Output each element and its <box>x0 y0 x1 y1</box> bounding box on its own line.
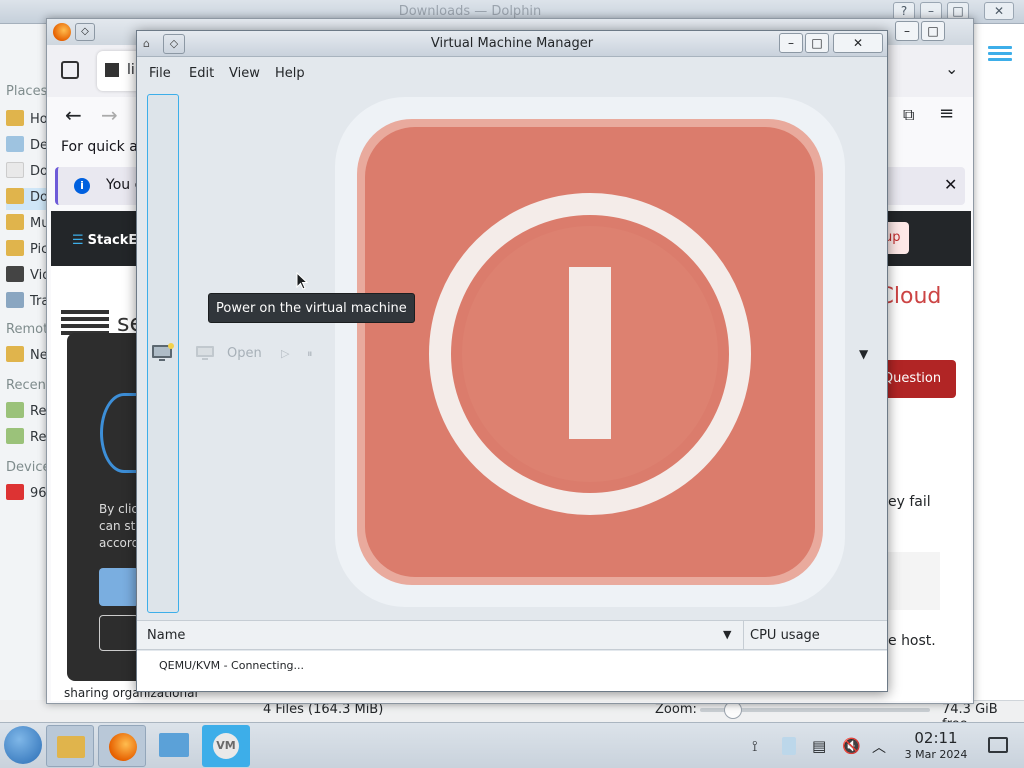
start-menu-button[interactable] <box>4 726 42 764</box>
firefox-logo-icon <box>53 23 71 41</box>
info-icon: i <box>74 178 90 194</box>
folder-icon <box>6 214 24 230</box>
answer-text-fragment: e host. <box>888 633 936 649</box>
firefox-minimize-button[interactable]: – <box>895 21 919 41</box>
stack-icon: ☰ <box>72 233 84 248</box>
task-system-settings[interactable] <box>150 725 198 767</box>
places-heading: Places <box>6 84 48 99</box>
menu-edit[interactable]: Edit <box>189 66 214 81</box>
virt-manager-window: ⌂ ◇ Virtual Machine Manager – □ ✕ File E… <box>136 30 888 692</box>
drive-icon <box>6 484 24 500</box>
vmm-title: Virtual Machine Manager <box>430 36 594 51</box>
notes-tray-icon[interactable]: ▤ <box>812 737 830 755</box>
tooltip: Power on the virtual machine <box>208 293 415 323</box>
vm-list: QEMU/KVM - Connecting... <box>137 651 887 691</box>
power-on-icon[interactable] <box>335 97 845 607</box>
menu-view[interactable]: View <box>229 66 260 81</box>
list-tabs-chevron-down-icon[interactable]: ⌄ <box>945 59 958 78</box>
open-button-label[interactable]: Open <box>227 346 262 361</box>
column-name-header[interactable]: Name <box>147 628 185 643</box>
clock-time[interactable]: 02:11 <box>906 729 966 747</box>
clipboard-tray-icon[interactable] <box>782 737 796 755</box>
open-console-monitor-icon[interactable] <box>195 345 215 361</box>
network-icon <box>6 346 24 362</box>
places-panel: Places Ho De Do Do Mu Pic Vid Tra Remote… <box>0 24 66 700</box>
recent-heading: Recent <box>6 378 51 393</box>
menu-file[interactable]: File <box>149 66 171 81</box>
close-button[interactable]: ✕ <box>984 2 1014 20</box>
vmm-minimize-button[interactable]: – <box>779 33 803 53</box>
folder-icon <box>6 240 24 256</box>
network-tray-icon[interactable]: ⟟ <box>752 737 770 755</box>
recent-icon <box>6 428 24 444</box>
task-virt-manager[interactable]: VM <box>202 725 250 767</box>
settings-monitor-icon <box>159 733 189 757</box>
clock-date[interactable]: 3 Mar 2024 <box>898 748 974 761</box>
shutdown-dropdown-chevron-down-icon[interactable]: ▼ <box>859 347 868 361</box>
status-file-count: 4 Files (164.3 MiB) <box>263 702 384 717</box>
new-vm-monitor-icon[interactable] <box>151 343 175 363</box>
show-desktop-icon[interactable] <box>988 737 1008 753</box>
mouse-cursor-icon <box>296 272 308 290</box>
firefox-logo-icon <box>109 733 137 761</box>
window-menu-icon[interactable]: ◇ <box>75 23 95 41</box>
folder-icon <box>6 188 24 204</box>
extensions-puzzle-icon[interactable]: ⧉ <box>903 105 914 125</box>
toolbar-hint-text: For quick a <box>61 139 138 155</box>
forward-arrow-icon[interactable]: → <box>101 103 118 127</box>
virt-manager-logo-icon: VM <box>213 733 239 759</box>
list-item[interactable]: QEMU/KVM - Connecting... <box>159 659 304 672</box>
menu-help[interactable]: Help <box>275 66 305 81</box>
firefox-maximize-button[interactable]: □ <box>921 21 945 41</box>
pause-icon[interactable]: ⏸ <box>307 347 313 361</box>
sort-chevron-down-icon[interactable]: ▼ <box>723 628 731 641</box>
video-icon <box>6 266 24 282</box>
folder-icon <box>57 736 85 758</box>
vmm-close-button[interactable]: ✕ <box>833 33 883 53</box>
answer-text-fragment: ey fail <box>888 494 931 510</box>
vm-list-header: Name ▼ CPU usage <box>137 620 887 650</box>
task-firefox[interactable] <box>98 725 146 767</box>
dolphin-view-edge <box>972 24 1024 700</box>
code-block <box>886 552 940 610</box>
task-dolphin[interactable] <box>46 725 94 767</box>
volume-muted-icon[interactable]: 🔇 <box>842 737 861 755</box>
tab-label: li <box>127 62 135 78</box>
dolphin-title: Downloads — Dolphin <box>398 4 542 19</box>
tab-overview-icon[interactable] <box>61 61 79 79</box>
chevron-up-icon[interactable]: ︿ <box>872 737 890 756</box>
cookie-text: By clic can st accord <box>99 502 140 550</box>
hamburger-menu-icon[interactable] <box>988 43 1012 65</box>
trash-icon <box>6 292 24 308</box>
desktop-icon <box>6 136 24 152</box>
cookie-settings-button[interactable] <box>99 615 139 651</box>
column-cpu-usage-header[interactable]: CPU usage <box>750 628 820 643</box>
recent-icon <box>6 402 24 418</box>
vmm-menubar: File Edit View Help <box>137 58 887 90</box>
folder-icon <box>6 110 24 126</box>
document-icon <box>6 162 24 178</box>
cookie-accept-button[interactable] <box>99 568 139 606</box>
back-arrow-icon[interactable]: ← <box>65 103 82 127</box>
run-play-icon[interactable]: ▷ <box>281 347 289 360</box>
app-menu-icon[interactable]: ≡ <box>939 103 954 124</box>
zoom-label: Zoom: <box>655 702 697 717</box>
close-icon[interactable]: ✕ <box>944 175 957 194</box>
vmm-titlebar[interactable]: ⌂ ◇ Virtual Machine Manager – □ ✕ <box>137 31 887 57</box>
vmm-maximize-button[interactable]: □ <box>805 33 829 53</box>
tab-favicon-icon <box>105 63 119 77</box>
taskbar: VM ⟟ ▤ 🔇 ︿ 02:11 3 Mar 2024 <box>0 722 1024 768</box>
column-separator[interactable] <box>743 621 744 650</box>
site-logo-icon <box>61 307 109 335</box>
